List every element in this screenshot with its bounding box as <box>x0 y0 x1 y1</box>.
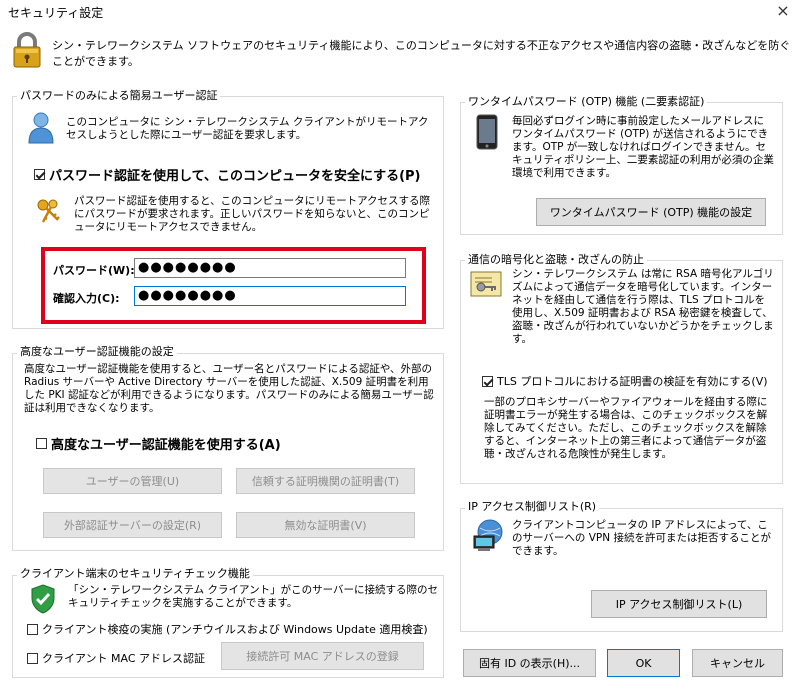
user-icon <box>28 112 54 144</box>
confirm-label: 確認入力(C): <box>53 292 120 305</box>
password-auth-description: このコンピュータに シン・テレワークシステム クライアントがリモートアクセスしよ… <box>66 116 429 141</box>
shield-icon <box>30 584 56 614</box>
advanced-auth-checkbox-box[interactable] <box>36 438 47 449</box>
confirm-field[interactable]: ●●●●●●●● <box>134 286 406 306</box>
trusted-ca-button[interactable]: 信頼する証明機関の証明書(T) <box>236 468 415 494</box>
ip-access-group-title: IP アクセス制御リスト(R) <box>465 500 600 513</box>
password-auth-note: パスワード認証を使用すると、このコンピュータにリモートアクセスする際にパスワード… <box>74 195 431 233</box>
smartphone-icon <box>476 114 498 150</box>
external-auth-server-button[interactable]: 外部認証サーバーの設定(R) <box>43 512 222 538</box>
mac-auth-checkbox-label: クライアント MAC アドレス認証 <box>42 652 206 665</box>
quarantine-checkbox[interactable]: クライアント検疫の実施 (アンチウイルスおよび Windows Update 適… <box>27 621 428 637</box>
show-id-button[interactable]: 固有 ID の表示(H)... <box>463 649 596 677</box>
ip-access-list-button[interactable]: IP アクセス制御リスト(L) <box>591 590 767 618</box>
certificate-icon <box>470 270 504 302</box>
encryption-description: シン・テレワークシステム は常に RSA 暗号化アルゴリズムによって通信データを… <box>512 268 774 345</box>
ip-access-description: クライアントコンピュータの IP アドレスによって、このサーバーへの VPN 接… <box>512 519 771 557</box>
password-auth-group-title: パスワードのみによる簡易ユーザー認証 <box>17 89 221 102</box>
otp-description: 毎回必ずログイン時に事前設定したメールアドレスにワンタイムパスワード (OTP)… <box>512 115 774 179</box>
tls-verify-checkbox-box[interactable] <box>482 375 493 387</box>
lock-icon <box>10 32 44 68</box>
advanced-auth-checkbox-label: 高度なユーザー認証機能を使用する(A) <box>51 438 281 453</box>
register-mac-button[interactable]: 接続許可 MAC アドレスの登録 <box>221 642 424 670</box>
quarantine-checkbox-label: クライアント検疫の実施 (アンチウイルスおよび Windows Update 適… <box>42 623 428 636</box>
password-auth-checkbox-box[interactable] <box>34 169 45 180</box>
cancel-button[interactable]: キャンセル <box>692 649 783 677</box>
advanced-auth-description: 高度なユーザー認証機能を使用すると、ユーザー名とパスワードによる認証や、外部の … <box>24 363 434 414</box>
invalid-certificates-button[interactable]: 無効な証明書(V) <box>236 512 415 538</box>
window-title: セキュリティ設定 <box>8 6 104 20</box>
mac-auth-checkbox-box[interactable] <box>27 652 38 664</box>
header-description: シン・テレワークシステム ソフトウェアのセキュリティ機能により、このコンピュータ… <box>52 39 791 68</box>
client-check-description: 「シン・テレワークシステム クライアント」がこのサーバーに接続する際のセキュリテ… <box>68 584 438 609</box>
otp-settings-button[interactable]: ワンタイムパスワード (OTP) 機能の設定 <box>536 198 766 226</box>
password-field[interactable]: ●●●●●●●● <box>134 258 406 278</box>
otp-group-title: ワンタイムパスワード (OTP) 機能 (二要素認証) <box>465 95 708 108</box>
ok-button[interactable]: OK <box>607 649 680 677</box>
user-management-button[interactable]: ユーザーの管理(U) <box>43 468 222 494</box>
tls-verify-checkbox-label: TLS プロトコルにおける証明書の検証を有効にする(V) <box>497 375 768 388</box>
tls-note: 一部のプロキシサーバーやファイアウォールを経由する際に証明書エラーが発生する場合… <box>484 396 768 460</box>
network-computer-icon <box>472 518 506 552</box>
tls-verify-checkbox[interactable]: TLS プロトコルにおける証明書の検証を有効にする(V) <box>482 373 768 389</box>
advanced-auth-checkbox[interactable]: 高度なユーザー認証機能を使用する(A) <box>36 434 281 453</box>
encryption-group-title: 通信の暗号化と盗聴・改ざんの防止 <box>465 253 647 266</box>
keys-icon <box>34 196 64 226</box>
password-auth-checkbox[interactable]: パスワード認証を使用して、このコンピュータを安全にする(P) <box>34 165 421 184</box>
quarantine-checkbox-box[interactable] <box>27 623 38 635</box>
advanced-auth-group-title: 高度なユーザー認証機能の設定 <box>17 345 177 358</box>
client-check-group-title: クライアント端末のセキュリティチェック機能 <box>17 567 253 580</box>
close-button[interactable]: × <box>772 0 794 22</box>
mac-auth-checkbox[interactable]: クライアント MAC アドレス認証 <box>27 650 205 666</box>
password-label: パスワード(W): <box>53 264 135 277</box>
password-auth-checkbox-label: パスワード認証を使用して、このコンピュータを安全にする(P) <box>49 169 421 184</box>
